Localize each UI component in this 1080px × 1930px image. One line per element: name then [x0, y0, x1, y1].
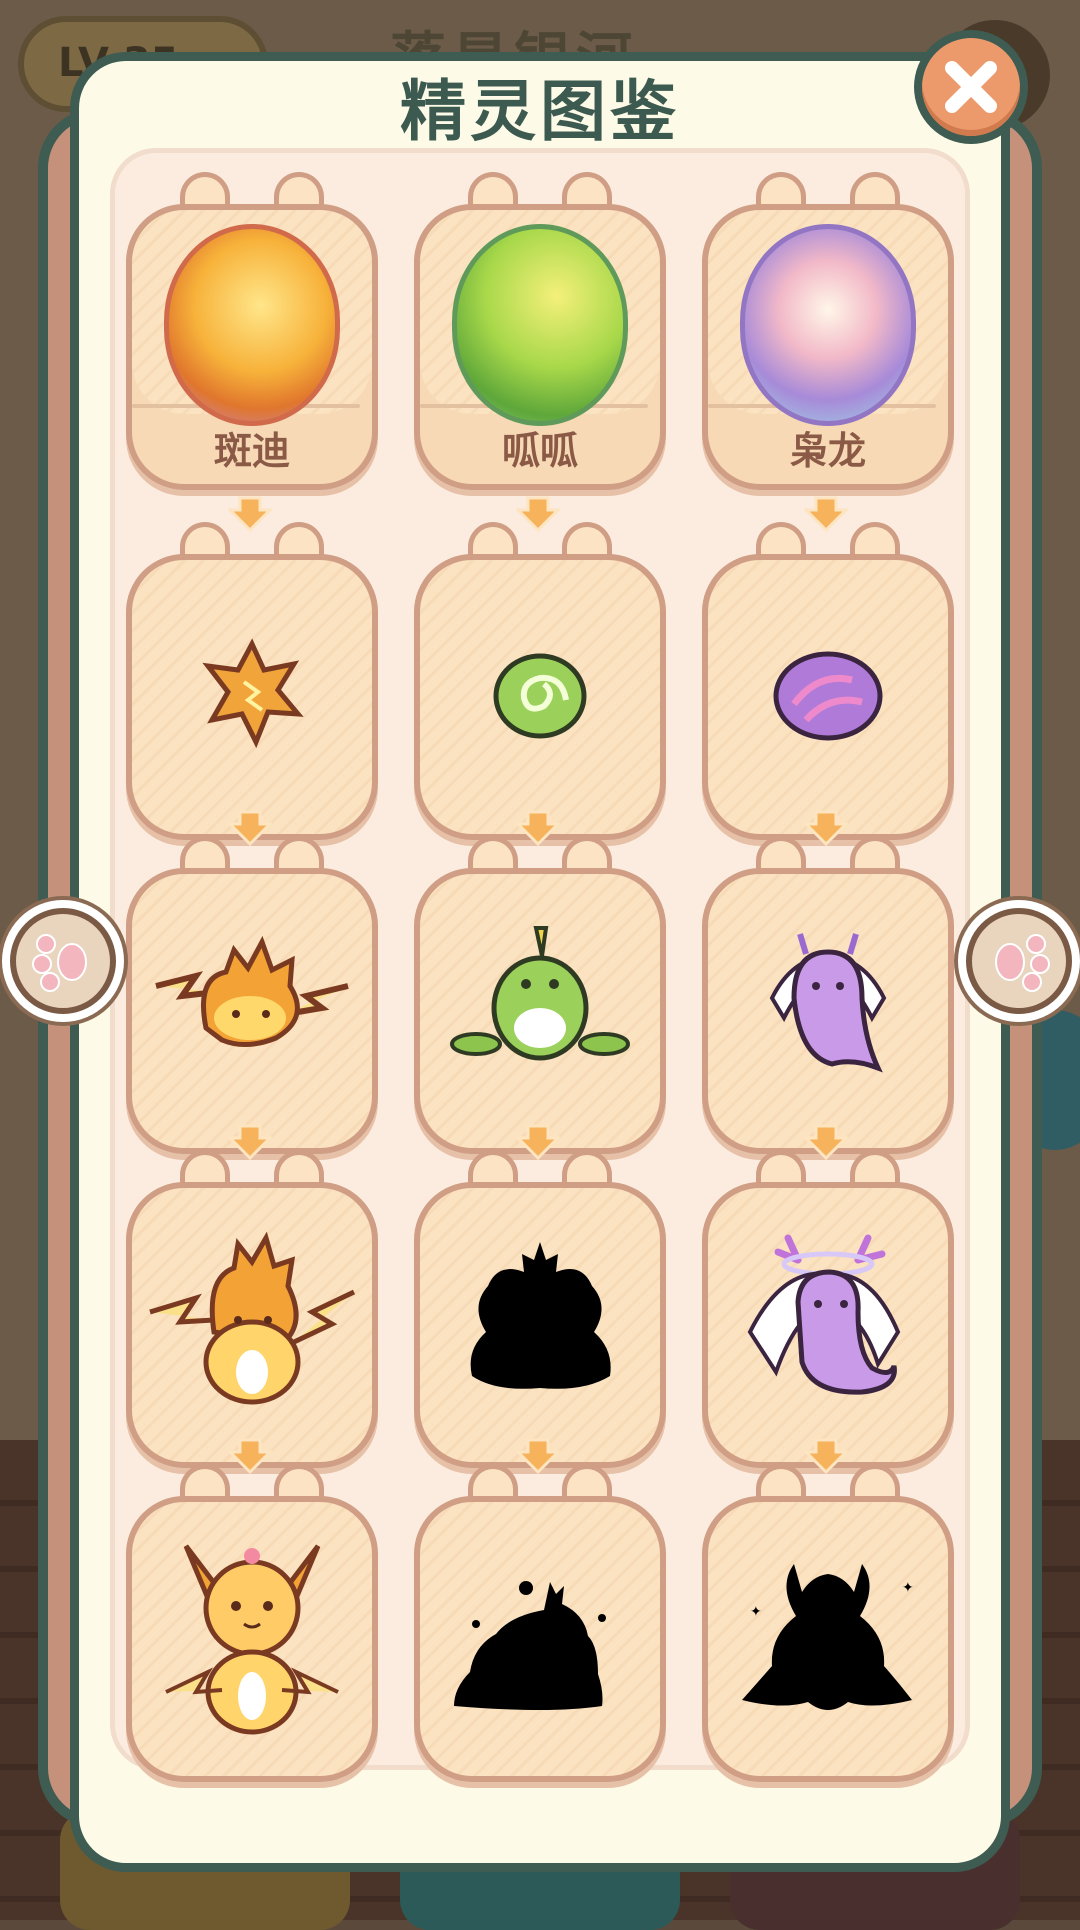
fire-lightning-egg-icon: [164, 224, 340, 426]
svg-text:✦: ✦: [902, 1580, 914, 1596]
svg-text:✦: ✦: [750, 1604, 762, 1620]
creature-card[interactable]: [126, 1464, 378, 1782]
creature-card[interactable]: [702, 522, 954, 840]
creature-card[interactable]: [702, 1150, 954, 1468]
creature-card[interactable]: [126, 522, 378, 840]
horned-dragon-silhouette-icon: ✦✦: [742, 1564, 914, 1710]
next-page-button[interactable]: [958, 900, 1080, 1022]
egg-card-guagua[interactable]: 呱呱: [414, 172, 666, 490]
egg-name: 斑迪: [213, 429, 290, 473]
creature-card[interactable]: [414, 522, 666, 840]
pastel-sky-egg-icon: [740, 224, 916, 426]
spiky-star-orb-icon: [202, 638, 304, 749]
creature-card[interactable]: [126, 1150, 378, 1468]
close-button[interactable]: [914, 30, 1028, 144]
green-sprout-frog-icon: [450, 926, 630, 1061]
paw-left-icon: [32, 934, 87, 992]
green-swirl-seed-icon: [493, 653, 587, 739]
creature-card[interactable]: [414, 836, 666, 1154]
creature-card[interactable]: [702, 836, 954, 1154]
egg-name: 枭龙: [789, 429, 866, 473]
previous-page-button[interactable]: [2, 900, 124, 1022]
purple-swirl-orb-icon: [773, 651, 883, 741]
fire-lightning-cub-icon: [149, 1231, 356, 1405]
creature-card[interactable]: [126, 836, 378, 1154]
fire-spark-blob-icon: [155, 935, 349, 1047]
frog-silhouette-icon: [470, 1242, 611, 1389]
creature-card-undiscovered[interactable]: [414, 1464, 666, 1782]
purple-veil-ghost-icon: [769, 933, 887, 1073]
frog-king-silhouette-icon: [454, 1581, 606, 1710]
fire-fox-icon: [165, 1544, 339, 1735]
creature-card-undiscovered[interactable]: ✦ ✦: [702, 1464, 954, 1782]
egg-card-xiaolong[interactable]: 枭龙: [702, 172, 954, 490]
creature-card-undiscovered[interactable]: [414, 1150, 666, 1468]
close-x-icon: [945, 61, 997, 113]
paw-right-icon: [995, 934, 1050, 992]
purple-halo-dragon-icon: [747, 1234, 901, 1395]
forest-egg-icon: [452, 224, 628, 426]
egg-card-bandi[interactable]: 斑迪: [126, 172, 378, 490]
egg-name: 呱呱: [501, 429, 578, 473]
